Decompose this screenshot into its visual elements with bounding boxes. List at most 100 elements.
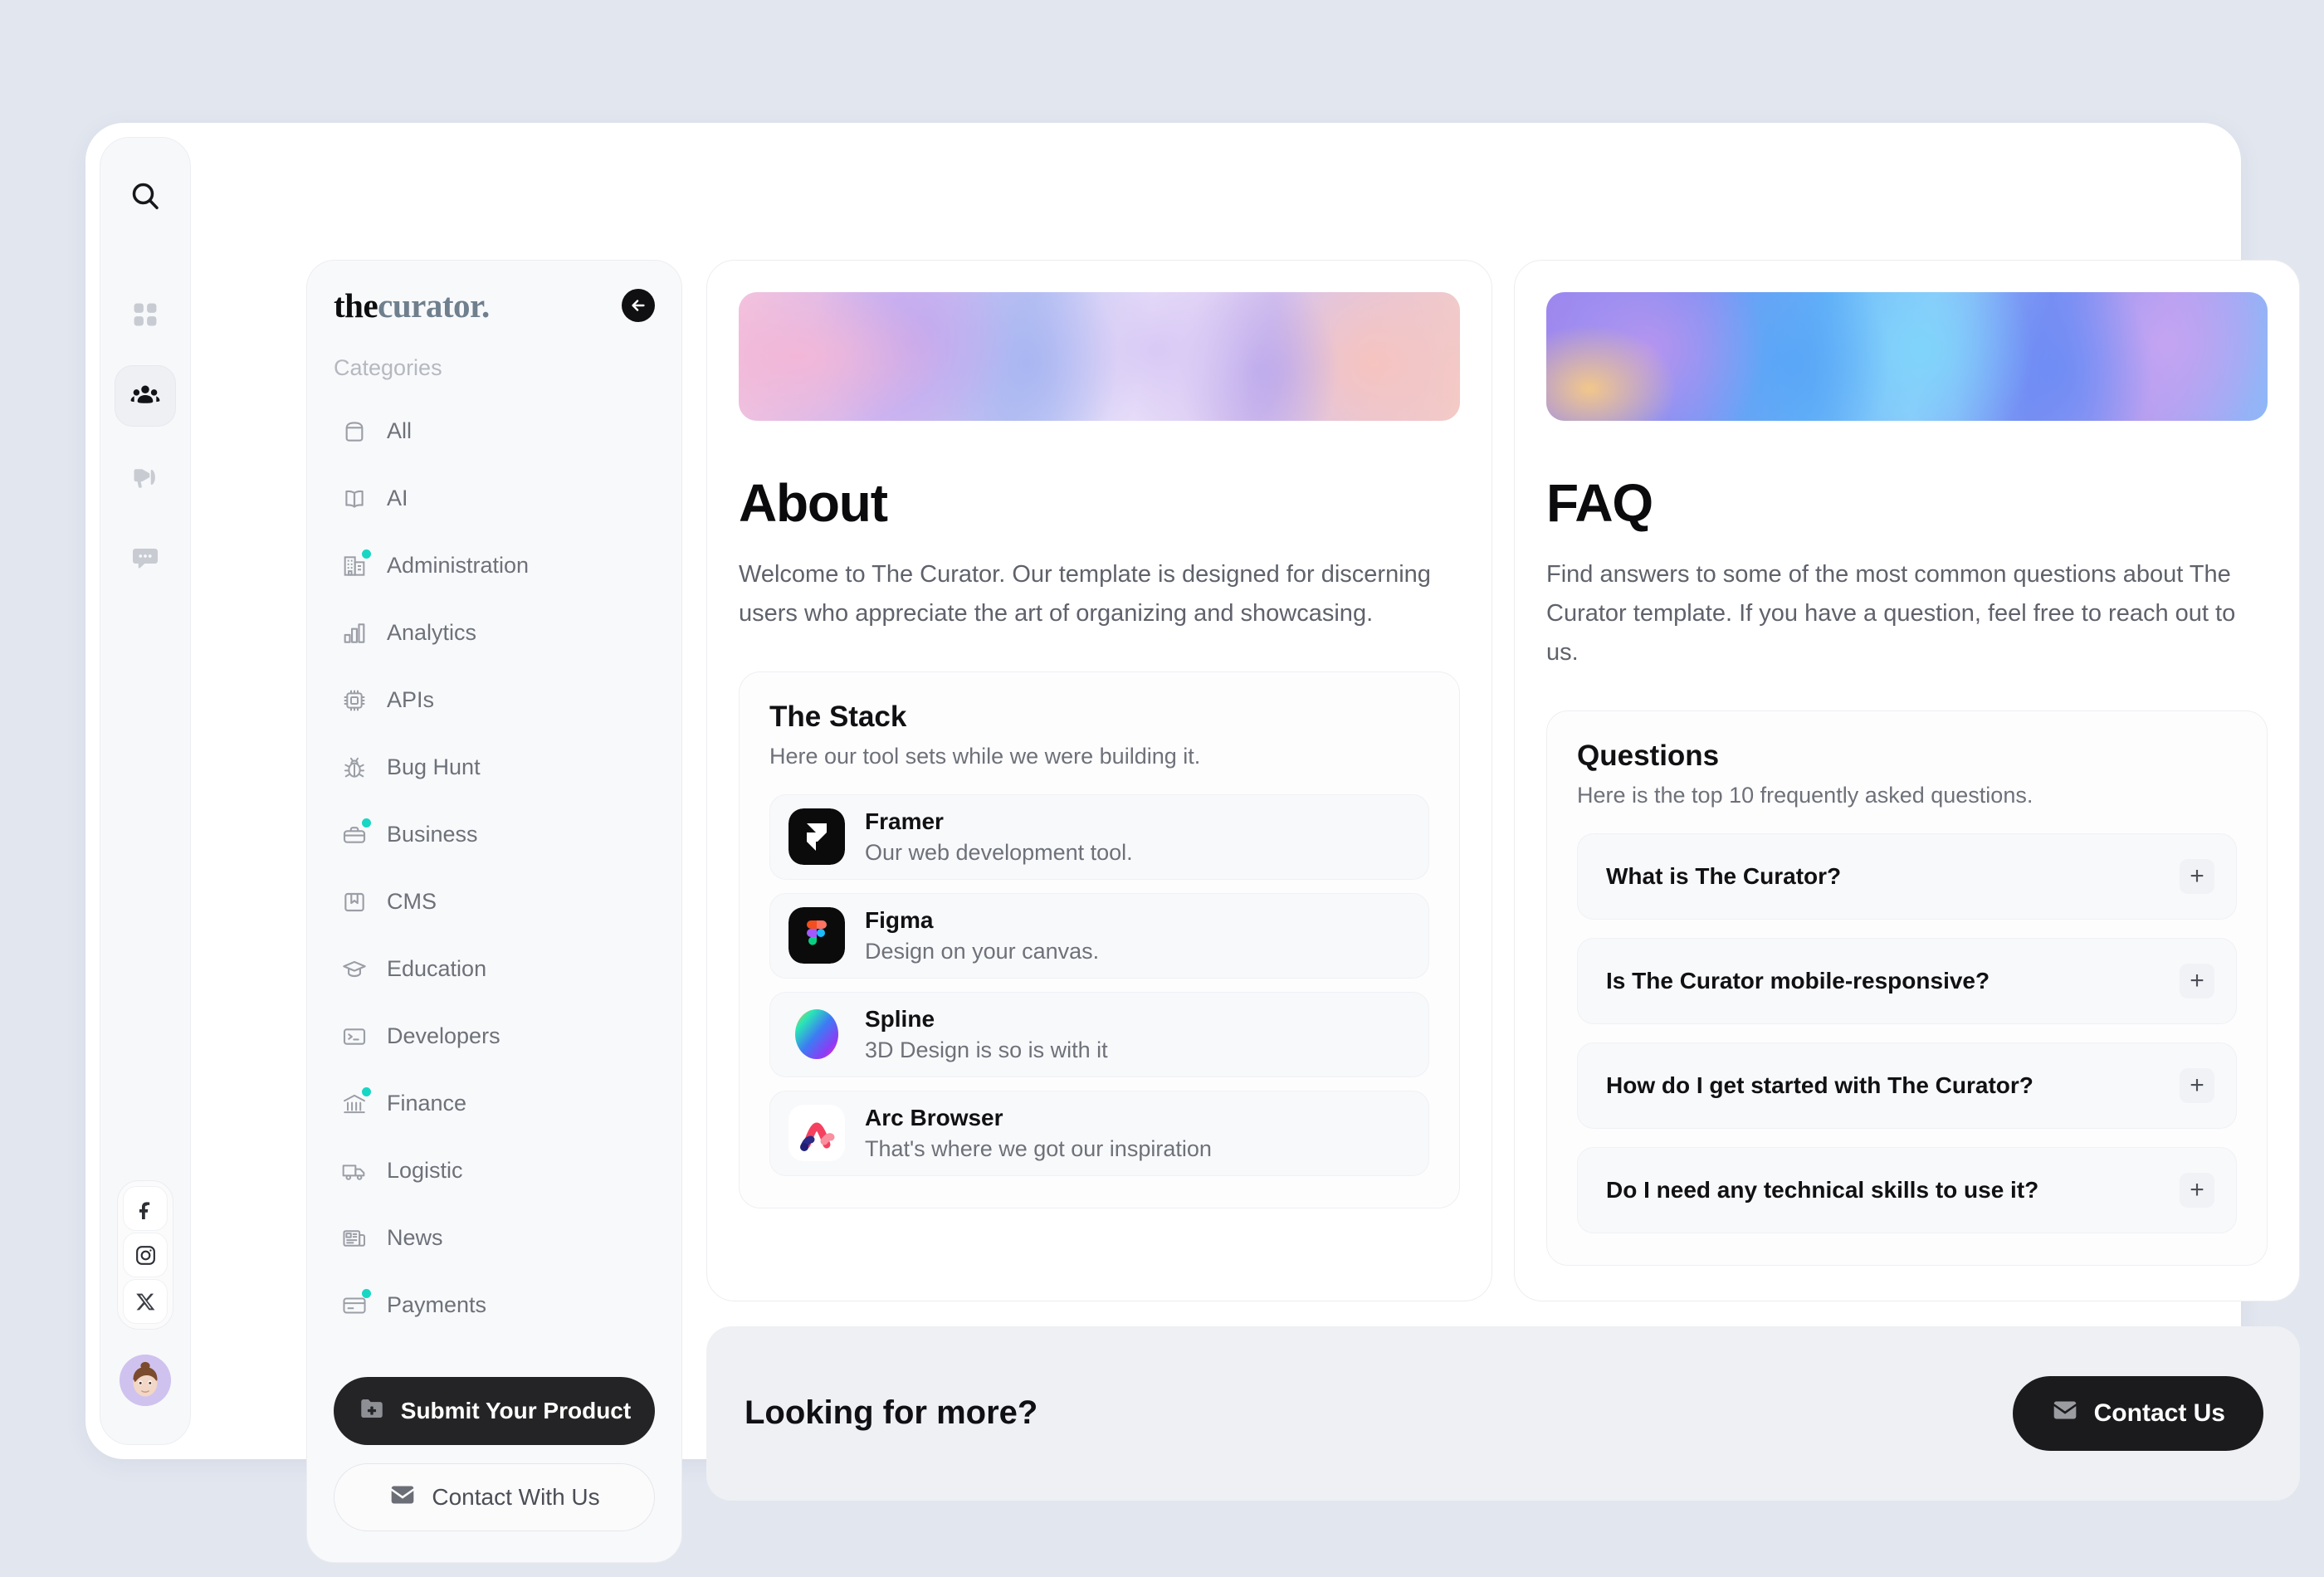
bar-chart-icon <box>340 619 369 647</box>
contact-with-us-label: Contact With Us <box>432 1484 600 1510</box>
figma-logo <box>788 907 845 964</box>
contact-with-us-button[interactable]: Contact With Us <box>334 1463 655 1531</box>
category-item-apis[interactable]: APIs <box>334 666 655 734</box>
questions-subtitle: Here is the top 10 frequently asked ques… <box>1577 782 2034 808</box>
category-item-payments[interactable]: Payments <box>334 1272 655 1339</box>
archive-box-icon <box>340 417 369 446</box>
category-item-developers[interactable]: Developers <box>334 1003 655 1070</box>
x-twitter-icon[interactable] <box>123 1279 168 1324</box>
faq-item[interactable]: Is The Curator mobile-responsive? + <box>1577 937 2237 1024</box>
bookmark-icon <box>340 888 369 916</box>
stack-item-name: Arc Browser <box>865 1104 1003 1130</box>
stack-item-name: Figma <box>865 906 934 933</box>
sidebar-item-announcements[interactable] <box>115 447 176 508</box>
faq-question: Do I need any technical skills to use it… <box>1606 1176 2039 1203</box>
icon-rail <box>100 137 191 1445</box>
expand-icon[interactable]: + <box>2180 858 2214 894</box>
arc-logo <box>788 1105 845 1162</box>
sidebar-item-grid[interactable] <box>115 284 176 345</box>
folder-plus-icon <box>358 1394 386 1428</box>
stack-list: Framer Our web development tool. Figma D… <box>769 793 1429 1176</box>
stack-item-desc: Our web development tool. <box>865 839 1133 865</box>
newspaper-icon <box>340 1224 369 1252</box>
submit-product-label: Submit Your Product <box>400 1398 632 1423</box>
search-icon[interactable] <box>124 174 167 217</box>
looking-for-more-bar: Looking for more? Contact Us <box>706 1326 2300 1501</box>
categories-heading: Categories <box>334 355 442 380</box>
briefcase-icon <box>340 818 371 849</box>
stack-item-spline[interactable]: Spline 3D Design is so is with it <box>769 991 1429 1077</box>
stack-subtitle: Here our tool sets while we were buildin… <box>769 743 1201 769</box>
faq-question: How do I get started with The Curator? <box>1606 1072 2034 1098</box>
expand-icon[interactable]: + <box>2180 1067 2214 1103</box>
social-links <box>117 1180 173 1330</box>
category-item-logistic[interactable]: Logistic <box>334 1137 655 1204</box>
category-label: APIs <box>387 687 435 712</box>
cards-row: About Welcome to The Curator. Our templa… <box>706 260 2300 1301</box>
expand-icon[interactable]: + <box>2180 1172 2214 1208</box>
instagram-icon[interactable] <box>123 1233 168 1277</box>
category-item-all[interactable]: All <box>334 398 655 465</box>
expand-icon[interactable]: + <box>2180 963 2214 998</box>
faq-question: Is The Curator mobile-responsive? <box>1606 967 1990 994</box>
category-label: Analytics <box>387 620 477 645</box>
stack-item-name: Spline <box>865 1005 935 1032</box>
sidebar-item-community[interactable] <box>115 365 176 427</box>
credit-card-icon <box>340 1288 371 1320</box>
faq-question: What is The Curator? <box>1606 862 1842 889</box>
faq-item[interactable]: Do I need any technical skills to use it… <box>1577 1146 2237 1233</box>
stack-item-desc: 3D Design is so is with it <box>865 1037 1108 1062</box>
badge-dot <box>362 549 371 559</box>
about-description: Welcome to The Curator. Our template is … <box>739 561 1431 627</box>
questions-card: Questions Here is the top 10 frequently … <box>1546 710 2268 1266</box>
app-window: thecurator. Categories All AI Administra… <box>85 123 2300 1563</box>
stack-item-framer[interactable]: Framer Our web development tool. <box>769 793 1429 880</box>
faq-title: FAQ <box>1546 473 1653 533</box>
open-book-icon <box>340 485 369 513</box>
chip-icon <box>340 686 369 715</box>
category-label: Developers <box>387 1023 500 1048</box>
category-item-bug-hunt[interactable]: Bug Hunt <box>334 734 655 801</box>
category-item-analytics[interactable]: Analytics <box>334 599 655 666</box>
graduation-cap-icon <box>340 955 369 984</box>
submit-product-button[interactable]: Submit Your Product <box>334 1377 655 1445</box>
category-label: News <box>387 1225 443 1250</box>
category-item-ai[interactable]: AI <box>334 465 655 532</box>
category-label: Education <box>387 956 487 981</box>
categories-panel: thecurator. Categories All AI Administra… <box>306 260 682 1563</box>
faq-description: Find answers to some of the most common … <box>1546 561 2236 666</box>
faq-item[interactable]: What is The Curator? + <box>1577 832 2237 920</box>
envelope-icon <box>388 1481 417 1515</box>
envelope-icon <box>2051 1396 2079 1431</box>
about-card: About Welcome to The Curator. Our templa… <box>706 260 1492 1301</box>
about-title: About <box>739 473 888 533</box>
badge-dot <box>362 818 371 828</box>
category-label: Bug Hunt <box>387 754 481 779</box>
category-item-administration[interactable]: Administration <box>334 532 655 599</box>
category-item-business[interactable]: Business <box>334 801 655 868</box>
faq-banner-image <box>1546 292 2268 421</box>
category-label: Administration <box>387 553 530 578</box>
stack-item-arc-browser[interactable]: Arc Browser That's where we got our insp… <box>769 1090 1429 1176</box>
faq-item[interactable]: How do I get started with The Curator? + <box>1577 1042 2237 1129</box>
office-building-icon <box>340 549 371 580</box>
logo[interactable]: thecurator. <box>334 286 490 325</box>
main-content: About Welcome to The Curator. Our templa… <box>706 260 2300 1563</box>
stack-item-figma[interactable]: Figma Design on your canvas. <box>769 892 1429 979</box>
category-item-news[interactable]: News <box>334 1204 655 1272</box>
category-label: Finance <box>387 1091 467 1116</box>
contact-us-label: Contact Us <box>2093 1399 2225 1427</box>
stack-card: The Stack Here our tool sets while we we… <box>739 671 1460 1208</box>
questions-title: Questions <box>1577 739 1720 772</box>
category-item-cms[interactable]: CMS <box>334 868 655 935</box>
framer-logo <box>788 808 845 866</box>
avatar[interactable] <box>120 1355 171 1406</box>
category-item-finance[interactable]: Finance <box>334 1070 655 1137</box>
sidebar-item-messages[interactable] <box>115 528 176 589</box>
badge-dot <box>362 1086 371 1096</box>
category-item-education[interactable]: Education <box>334 935 655 1003</box>
contact-us-button[interactable]: Contact Us <box>2012 1375 2263 1451</box>
category-label: Business <box>387 822 478 847</box>
collapse-sidebar-button[interactable] <box>622 289 655 322</box>
facebook-icon[interactable] <box>123 1186 168 1231</box>
